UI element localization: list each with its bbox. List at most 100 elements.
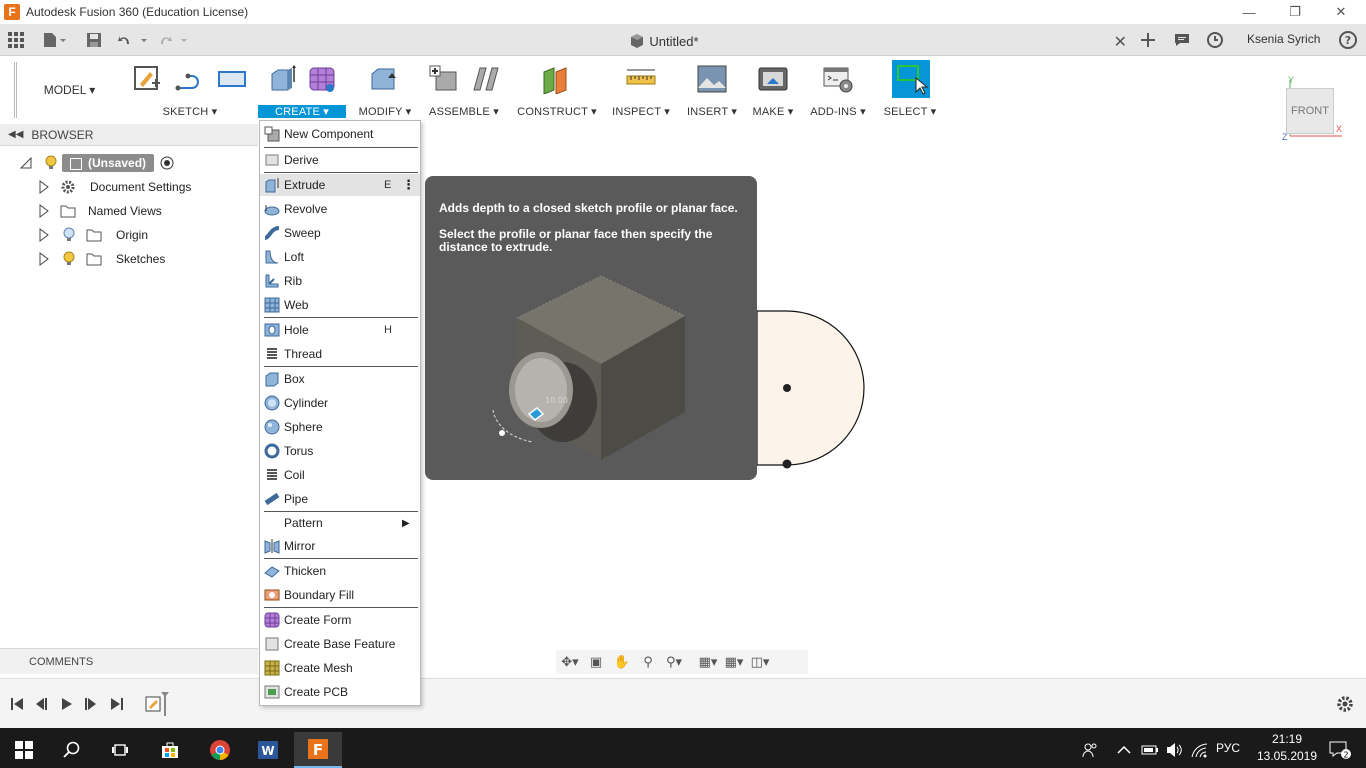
menu-item-pattern[interactable]: Pattern ▶ [260, 512, 420, 534]
volume-icon[interactable] [1162, 732, 1186, 768]
menu-item-thicken[interactable]: Thicken [260, 560, 420, 582]
collapsed-arrow-icon[interactable] [38, 180, 50, 194]
search-icon[interactable] [48, 732, 96, 768]
insert-canvas-icon[interactable] [696, 64, 728, 94]
inspect-group-label[interactable]: INSPECT ▾ [608, 105, 674, 118]
browser-item-origin[interactable]: Origin [0, 224, 148, 246]
step-back-icon[interactable] [32, 695, 50, 713]
offset-plane-icon[interactable] [540, 64, 572, 95]
menu-item-pipe[interactable]: Pipe [260, 488, 420, 510]
browser-item-sketches[interactable]: Sketches [0, 248, 165, 270]
workspace-switcher-button[interactable]: MODEL ▾ [14, 62, 122, 118]
task-view-icon[interactable] [96, 732, 144, 768]
pan-hand-icon[interactable]: ✋ [612, 653, 632, 671]
timeline-sketch-feature-icon[interactable] [144, 692, 172, 716]
form-tool-icon[interactable] [306, 64, 338, 94]
sketch-end-point[interactable] [782, 459, 792, 469]
collapsed-arrow-icon[interactable] [38, 252, 50, 266]
clock-date[interactable]: 13.05.2019 [1254, 749, 1320, 763]
expanded-arrow-icon[interactable] [20, 157, 32, 169]
new-component-icon[interactable] [428, 64, 460, 94]
new-tab-plus-icon[interactable] [1138, 30, 1158, 50]
people-icon[interactable] [1072, 732, 1108, 768]
activate-radio-icon[interactable] [160, 156, 174, 170]
file-menu-icon[interactable] [40, 30, 70, 50]
zoom-icon[interactable]: ⚲ [638, 653, 658, 671]
extrude-tool-icon[interactable] [266, 64, 298, 94]
clock-time[interactable]: 21:19 [1262, 732, 1312, 746]
3d-print-icon[interactable] [757, 64, 789, 94]
go-to-end-icon[interactable] [108, 695, 126, 713]
fusion360-app-icon[interactable]: F [294, 732, 342, 768]
measure-icon[interactable] [625, 64, 657, 94]
visibility-bulb-icon[interactable] [62, 251, 76, 267]
grid-snaps-icon[interactable]: ▦▾ [724, 653, 744, 671]
store-app-icon[interactable] [146, 732, 194, 768]
notifications-icon[interactable] [1172, 30, 1192, 50]
insert-group-label[interactable]: INSERT ▾ [684, 105, 740, 118]
menu-item-sweep[interactable]: Sweep [260, 222, 420, 244]
close-window-button[interactable]: ✕ [1318, 0, 1364, 24]
menu-item-hole[interactable]: Hole H [260, 319, 420, 341]
menu-item-revolve[interactable]: Revolve [260, 198, 420, 220]
menu-item-cylinder[interactable]: Cylinder [260, 392, 420, 414]
menu-item-create-form[interactable]: Create Form [260, 609, 420, 631]
menu-item-web[interactable]: Web [260, 294, 420, 316]
modify-group-label[interactable]: MODIFY ▾ [356, 105, 414, 118]
chrome-app-icon[interactable] [196, 732, 244, 768]
menu-item-sphere[interactable]: Sphere [260, 416, 420, 438]
windows-start-icon[interactable] [0, 732, 48, 768]
wifi-icon[interactable] [1188, 732, 1212, 768]
help-icon[interactable]: ? [1338, 30, 1358, 50]
menu-item-thread[interactable]: Thread [260, 343, 420, 365]
undo-icon[interactable] [116, 30, 152, 50]
orbit-move-icon[interactable]: ✥▾ [560, 653, 580, 671]
action-center-icon[interactable]: 2 [1320, 732, 1360, 768]
timeline-settings-gear-icon[interactable] [1336, 695, 1354, 713]
menu-item-create-base-feature[interactable]: Create Base Feature [260, 633, 420, 655]
visibility-bulb-icon[interactable] [44, 155, 58, 171]
rectangle-tool-icon[interactable] [216, 64, 248, 94]
show-hidden-icons-chevron[interactable] [1112, 732, 1136, 768]
select-group-label[interactable]: SELECT ▾ [880, 105, 940, 118]
browser-root-node[interactable]: (Unsaved) [0, 152, 174, 174]
play-icon[interactable] [58, 695, 76, 713]
menu-item-coil[interactable]: Coil [260, 464, 420, 486]
collapsed-arrow-icon[interactable] [38, 204, 50, 218]
comments-panel[interactable]: COMMENTS [0, 648, 258, 674]
browser-item-named-views[interactable]: Named Views [0, 200, 162, 222]
sketch-group-label[interactable]: SKETCH ▾ [128, 105, 252, 118]
joint-icon[interactable] [470, 64, 502, 94]
minimize-button[interactable]: — [1226, 0, 1272, 24]
assemble-group-label[interactable]: ASSEMBLE ▾ [422, 105, 506, 118]
menu-item-mirror[interactable]: Mirror [260, 535, 420, 557]
save-icon[interactable] [84, 30, 104, 50]
data-panel-grid-icon[interactable] [6, 30, 26, 50]
menu-item-boundary-fill[interactable]: Boundary Fill [260, 584, 420, 606]
viewports-icon[interactable]: ◫▾ [750, 653, 770, 671]
menu-item-derive[interactable]: Derive [260, 149, 420, 171]
input-language[interactable]: РУС [1216, 741, 1240, 755]
user-account-name[interactable]: Ksenia Syrich [1247, 32, 1320, 46]
add-ins-group-label[interactable]: ADD-INS ▾ [806, 105, 870, 118]
fit-zoom-window-icon[interactable]: ⚲▾ [664, 653, 684, 671]
menu-item-create-pcb[interactable]: Create PCB [260, 681, 420, 703]
scripts-addins-icon[interactable] [822, 64, 854, 94]
line-tool-icon[interactable] [174, 64, 206, 94]
menu-item-loft[interactable]: Loft [260, 246, 420, 268]
display-settings-icon[interactable]: ▦▾ [698, 653, 718, 671]
browser-item-document-settings[interactable]: Document Settings [0, 176, 191, 198]
menu-item-create-mesh[interactable]: Create Mesh [260, 657, 420, 679]
close-tab-icon[interactable]: ✕ [1114, 32, 1127, 52]
collapse-browser-icon[interactable]: ◀◀ [8, 129, 23, 140]
job-status-icon[interactable] [1205, 30, 1225, 50]
menu-item-box[interactable]: Box [260, 368, 420, 390]
create-group-label[interactable]: CREATE ▾ [258, 105, 346, 118]
viewcube-front-face[interactable]: FRONT [1286, 88, 1334, 134]
create-sketch-icon[interactable] [132, 64, 164, 94]
redo-icon[interactable] [156, 30, 192, 50]
menu-item-extrude[interactable]: Extrude E ⋮ [260, 174, 420, 196]
collapsed-arrow-icon[interactable] [38, 228, 50, 242]
construct-group-label[interactable]: CONSTRUCT ▾ [516, 105, 598, 118]
visibility-bulb-off-icon[interactable] [62, 227, 76, 243]
